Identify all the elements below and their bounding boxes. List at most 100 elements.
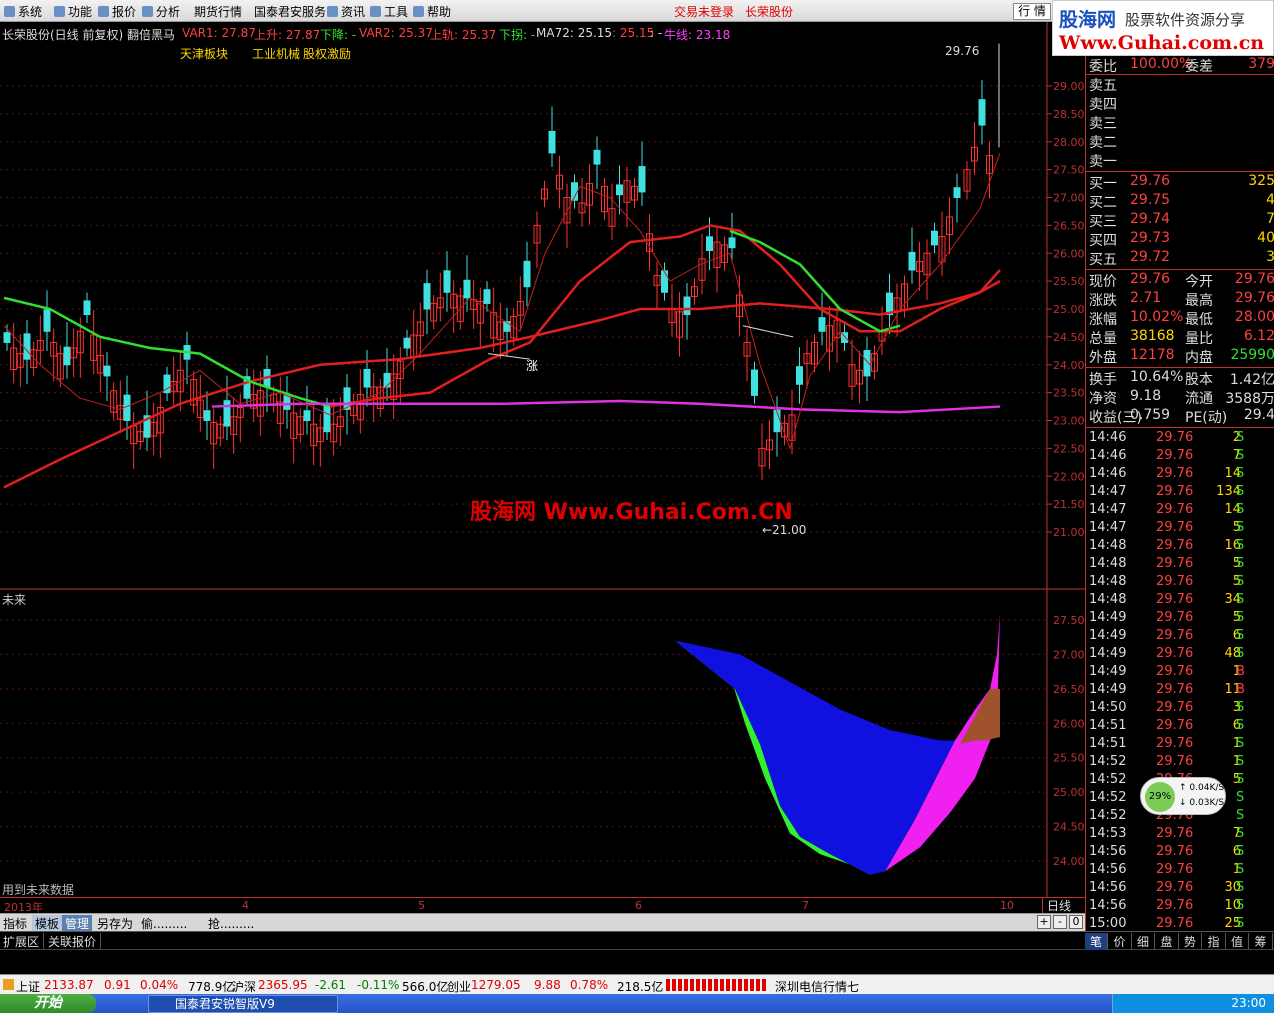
quote-tabs: 笔价细盘势指值筹	[1085, 931, 1274, 950]
indicator-value: 下拐: -	[499, 28, 536, 42]
speed-percent: 29%	[1145, 782, 1175, 812]
tab-manage[interactable]: 管理	[62, 915, 93, 932]
quote-tab[interactable]: 筹	[1250, 933, 1273, 950]
buy-level-row[interactable]: 买五 29.72 3	[1086, 249, 1274, 268]
empty-bar	[0, 949, 1274, 974]
tick-row: 14:46 29.76 7 S	[1089, 448, 1245, 463]
tick-row: 14:46 29.76 2 S	[1089, 430, 1245, 445]
menu-function[interactable]: 功能	[54, 3, 92, 20]
buy-level-row[interactable]: 买二 29.75 4	[1086, 192, 1274, 211]
date-label: 4	[242, 899, 249, 912]
date-label: 10	[1000, 899, 1014, 912]
block-tag[interactable]: 天津板块	[180, 45, 228, 62]
buy-level-row[interactable]: 买三 29.74 7	[1086, 211, 1274, 230]
speed-down: ↓ 0.03K/S	[1179, 798, 1225, 808]
hangqing-button[interactable]: 行 情	[1013, 3, 1051, 20]
quote-tab[interactable]: 细	[1132, 933, 1155, 950]
price-tick: 23.50	[1053, 387, 1085, 400]
status-item: 0.91	[104, 978, 131, 992]
tick-row: 14:47 29.76 134 S	[1089, 484, 1245, 499]
status-item: -2.61	[315, 978, 347, 992]
menu-news[interactable]: 资讯	[327, 3, 365, 20]
future-panel-title: 未来	[2, 593, 27, 607]
indicator-value: : -	[650, 26, 663, 40]
tick-row: 14:49 29.76 11 B	[1089, 682, 1245, 697]
tab-template[interactable]: 模板	[32, 915, 63, 932]
quote-tab[interactable]: 盘	[1156, 933, 1179, 950]
quote-tab[interactable]: 价	[1109, 933, 1132, 950]
price-tick: 28.00	[1053, 136, 1085, 149]
status-item[interactable]: 深圳电信行情七	[775, 978, 859, 995]
price-tick: 26.50	[1053, 219, 1085, 232]
block-tag[interactable]: 股权激励	[303, 45, 351, 62]
menu-quote[interactable]: 报价	[98, 3, 136, 20]
status-item: 2365.95	[258, 978, 308, 992]
logo-line3: Www.Guhai.com.cn	[1059, 32, 1265, 54]
tab-indicator[interactable]: 指标	[3, 915, 27, 932]
status-item: 沪深	[232, 980, 257, 994]
tick-row: 14:51 29.76 6 S	[1089, 718, 1245, 733]
indicator-value: VAR1: 27.87	[182, 26, 256, 40]
tick-row: 14:49 29.76 1 B	[1089, 664, 1245, 679]
kline-chart[interactable]: 29.76 ←21.00 涨 29.00 28.50 28.00 27.50 27.00 26…	[0, 22, 1085, 898]
speed-up: ↑ 0.04K/S	[1179, 783, 1225, 793]
indicator-value: : 25.15	[612, 26, 655, 40]
zoom-in-button[interactable]: +	[1037, 915, 1051, 929]
indicator-tabs: 指标 模板 管理 另存为 偷......... 抢......... + - 0	[0, 913, 1085, 932]
quote-tab[interactable]: 笔	[1085, 933, 1108, 950]
tick-row: 14:53 29.76 7 S	[1089, 826, 1245, 841]
login-status[interactable]: 交易未登录	[674, 3, 734, 20]
stat-row: 涨幅 10.02% 最低 28.00	[1089, 309, 1274, 328]
sell-level-row[interactable]: 卖四	[1086, 94, 1274, 113]
menu-system[interactable]: 系统	[4, 3, 42, 20]
quote-tab[interactable]: 指	[1203, 933, 1226, 950]
zoom-out-button[interactable]: -	[1053, 915, 1067, 929]
tick-row: 14:48 29.76 16 S	[1089, 538, 1245, 553]
menu-futures[interactable]: 期货行情	[194, 3, 242, 20]
tab-extension[interactable]: 扩展区	[3, 933, 45, 950]
menu-help[interactable]: 帮助	[413, 3, 451, 20]
network-speed-widget[interactable]: 29% ↑ 0.04K/S ↓ 0.03K/S	[1140, 777, 1226, 815]
tab-custom-2[interactable]: 抢.........	[208, 915, 254, 932]
period-label[interactable]: 日线	[1042, 897, 1085, 913]
status-item: -0.11%	[357, 978, 400, 992]
tick-row: 14:49 29.76 6 S	[1089, 628, 1245, 643]
analysis-icon	[142, 6, 153, 17]
date-label: 6	[635, 899, 642, 912]
buy-level-row[interactable]: 买一 29.76 325	[1086, 173, 1274, 192]
menu-analysis[interactable]: 分析	[142, 3, 180, 20]
tab-related-quote[interactable]: 关联报价	[48, 933, 102, 950]
start-button[interactable]: 开始	[0, 994, 96, 1013]
sell-level-row[interactable]: 卖五	[1086, 75, 1274, 94]
quote-tab[interactable]: 势	[1179, 933, 1202, 950]
market-status-bar: 上证 2133.87 0.91 0.04% 778.9亿 沪深 2365.95 -2.61 -0…	[0, 974, 1274, 994]
future-price-tick: 25.50	[1053, 752, 1085, 765]
reset-button[interactable]: 0	[1069, 915, 1083, 929]
tools-icon	[370, 6, 381, 17]
sell-level-row[interactable]: 卖一	[1086, 151, 1274, 170]
block-tag[interactable]: 工业机械	[252, 45, 300, 62]
tick-row: 14:49 29.76 48 S	[1089, 646, 1245, 661]
price-tick: 22.50	[1053, 442, 1085, 455]
price-tick: 27.00	[1053, 192, 1085, 205]
taskbar-app-item[interactable]: 国泰君安锐智版V9	[148, 995, 338, 1013]
price-tick: 27.50	[1053, 164, 1085, 177]
tick-row: 14:48 29.76 5 S	[1089, 574, 1245, 589]
sell-level-row[interactable]: 卖二	[1086, 132, 1274, 151]
future-price-tick: 26.50	[1053, 683, 1085, 696]
buy-level-row[interactable]: 买四 29.73 40	[1086, 230, 1274, 249]
menu-tools[interactable]: 工具	[370, 3, 408, 20]
indicator-value: MA72: 25.15	[536, 26, 613, 40]
market-breadth-meter	[666, 979, 766, 991]
menu-broker-service[interactable]: 国泰君安服务	[254, 3, 326, 20]
sell-level-row[interactable]: 卖三	[1086, 113, 1274, 132]
zhang-label: 涨	[526, 358, 538, 373]
quote-tab[interactable]: 值	[1226, 933, 1249, 950]
status-item: 上证	[16, 980, 41, 994]
high-label: 29.76	[945, 44, 979, 58]
date-label: 5	[418, 899, 425, 912]
tab-save-as[interactable]: 另存为	[97, 915, 133, 932]
status-item: 2133.87	[44, 978, 94, 992]
tab-custom-1[interactable]: 偷.........	[141, 915, 187, 932]
chart-canvas[interactable]: 29.76←21.00涨 29.0028.5028.0027.5027.0026…	[0, 22, 1085, 898]
